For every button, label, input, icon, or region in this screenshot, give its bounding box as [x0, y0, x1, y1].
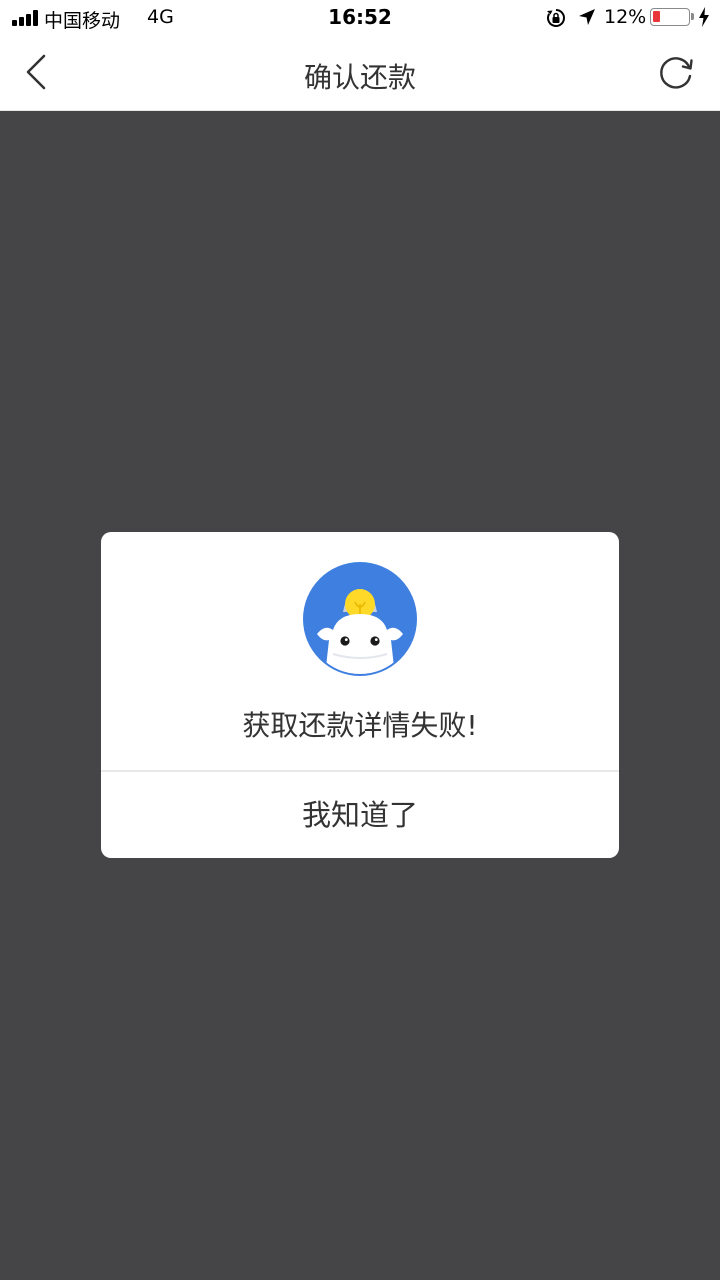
location-arrow-icon	[579, 9, 595, 25]
status-bar: 中国移动 4G 16:52 12%	[0, 0, 720, 36]
battery-level-fill	[653, 11, 660, 22]
dialog-message: 获取还款详情失败!	[242, 709, 478, 742]
acknowledge-button[interactable]: 我知道了	[101, 772, 619, 858]
refresh-button[interactable]	[654, 51, 698, 95]
battery-icon	[650, 8, 694, 26]
page-title: 确认还款	[303, 61, 416, 94]
charging-bolt-icon	[699, 7, 709, 27]
mascot-logo-icon	[303, 562, 417, 676]
nav-bar: 确认还款	[0, 36, 720, 111]
battery-percent: 12%	[604, 6, 647, 28]
rotation-lock-icon	[547, 9, 565, 27]
error-dialog: 获取还款详情失败! 我知道了	[101, 532, 619, 858]
refresh-icon	[660, 57, 693, 89]
